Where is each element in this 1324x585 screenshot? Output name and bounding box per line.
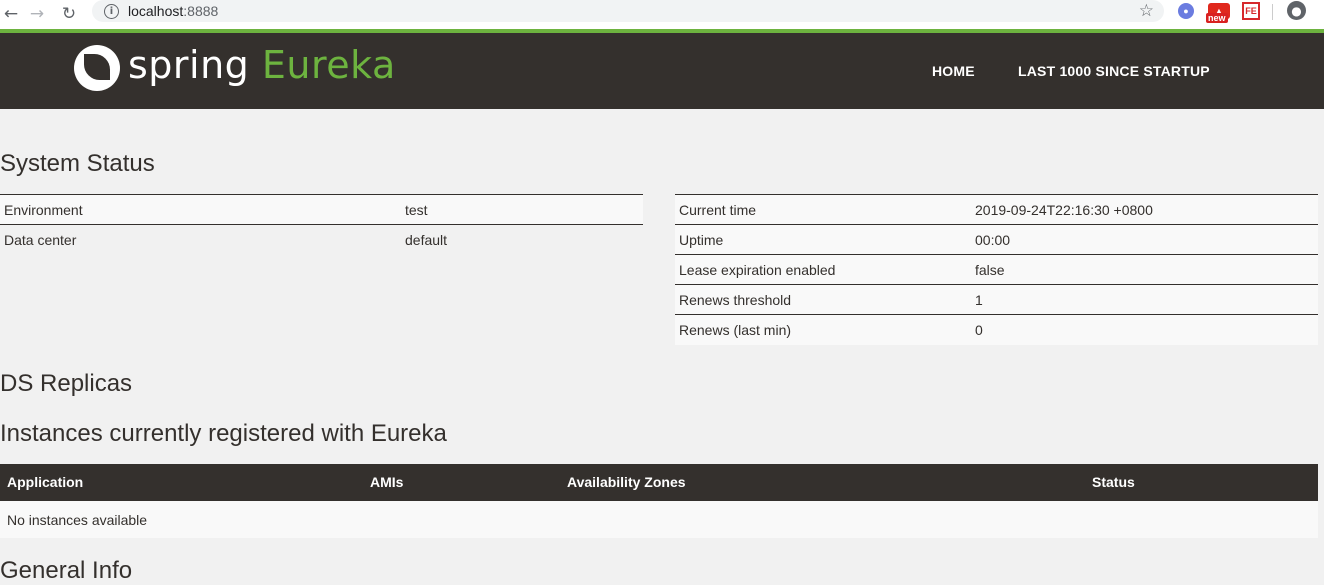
status-key: Renews (last min): [675, 314, 971, 345]
status-key: Current time: [675, 194, 971, 225]
table-row: Current time 2019-09-24T22:16:30 +0800: [675, 194, 1318, 225]
status-value: default: [401, 224, 643, 255]
status-key: Environment: [0, 194, 401, 225]
instances-heading: Instances currently registered with Eure…: [0, 420, 447, 447]
logo-spring-text: spring: [128, 43, 250, 87]
forward-arrow-icon[interactable]: →: [26, 3, 48, 25]
status-value: 0: [971, 314, 1318, 345]
system-status-heading: System Status: [0, 150, 155, 177]
table-row: Environment test: [0, 194, 643, 225]
reload-icon[interactable]: ↻: [58, 3, 80, 25]
toolbar-divider: [1272, 4, 1273, 20]
table-row: No instances available: [0, 501, 1318, 538]
table-row: Lease expiration enabled false: [675, 254, 1318, 285]
brand-logo-text[interactable]: spring Eureka: [128, 43, 396, 87]
spring-leaf-logo-icon[interactable]: [74, 45, 120, 91]
table-row: Renews (last min) 0: [675, 314, 1318, 345]
status-key: Renews threshold: [675, 284, 971, 315]
no-instances-text: No instances available: [7, 512, 148, 528]
status-key: Data center: [0, 224, 401, 255]
extension-new-badge: new: [1206, 13, 1228, 23]
extension-fe-icon[interactable]: FE: [1242, 2, 1260, 20]
status-value: 00:00: [971, 224, 1318, 255]
table-row: Renews threshold 1: [675, 284, 1318, 315]
general-info-heading: General Info: [0, 557, 133, 584]
column-header-availability-zones: Availability Zones: [567, 474, 686, 490]
extension-fe-label: FE: [1245, 6, 1257, 16]
eureka-navbar: spring Eureka HOME LAST 1000 SINCE START…: [0, 29, 1324, 109]
profile-avatar-icon[interactable]: ●: [1287, 1, 1306, 20]
table-row: Data center default: [0, 224, 643, 255]
url-host: localhost: [128, 3, 184, 19]
extension-new-icon[interactable]: ▲ new: [1206, 3, 1230, 23]
bookmark-star-icon[interactable]: ☆: [1139, 1, 1154, 21]
instances-table-header: Application AMIs Availability Zones Stat…: [0, 464, 1318, 501]
status-value: test: [401, 194, 643, 225]
logo-eureka-text: Eureka: [261, 43, 396, 87]
column-header-application: Application: [7, 474, 84, 490]
status-value: 1: [971, 284, 1318, 315]
system-status-right-table: Current time 2019-09-24T22:16:30 +0800 U…: [675, 194, 1318, 345]
browser-toolbar: ← → ↻ i localhost:8888 ☆ ● ▲ new FE ●: [0, 0, 1324, 29]
back-arrow-icon[interactable]: ←: [0, 3, 22, 25]
address-bar[interactable]: i localhost:8888 ☆: [92, 0, 1164, 22]
column-header-amis: AMIs: [370, 474, 404, 490]
nav-home-link[interactable]: HOME: [932, 63, 975, 79]
status-value: false: [971, 254, 1318, 285]
status-key: Uptime: [675, 224, 971, 255]
url-text[interactable]: localhost:8888: [128, 3, 218, 19]
system-status-left-table: Environment test Data center default: [0, 194, 643, 255]
status-value: 2019-09-24T22:16:30 +0800: [971, 194, 1318, 225]
nav-last-1000-link[interactable]: LAST 1000 SINCE STARTUP: [1018, 63, 1210, 79]
table-row: Uptime 00:00: [675, 224, 1318, 255]
column-header-status: Status: [1092, 474, 1135, 490]
site-info-icon[interactable]: i: [104, 3, 119, 19]
extension-blue-icon[interactable]: ●: [1178, 3, 1194, 19]
ds-replicas-heading: DS Replicas: [0, 370, 133, 397]
status-key: Lease expiration enabled: [675, 254, 971, 285]
url-port: :8888: [183, 3, 219, 19]
